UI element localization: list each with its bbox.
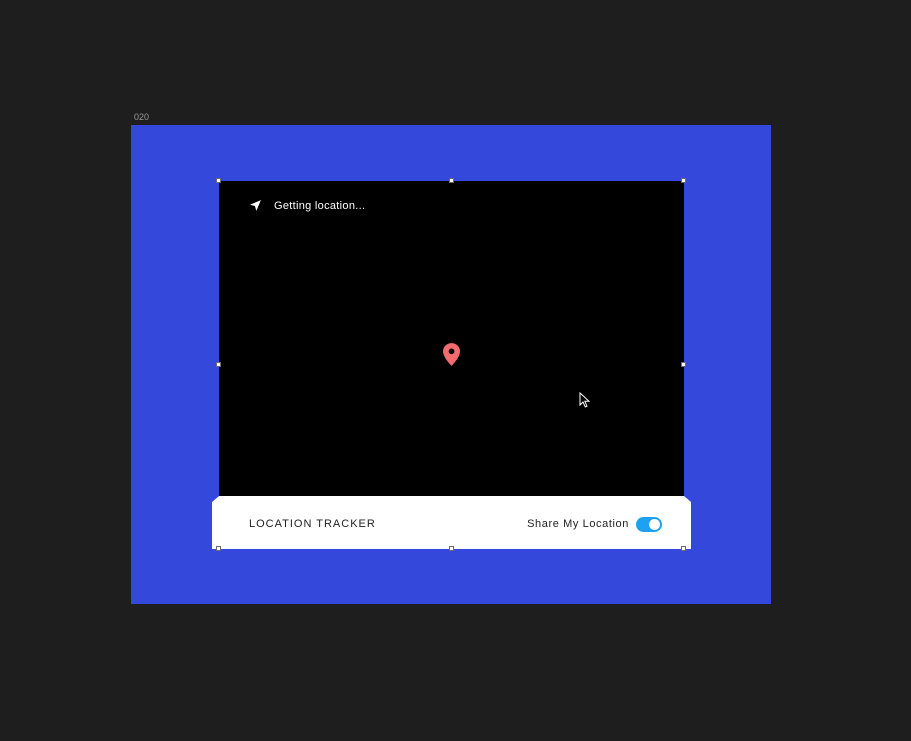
map-view[interactable]: Getting location...: [219, 181, 684, 500]
selection-handle-bottom-center[interactable]: [449, 546, 454, 551]
toggle-knob: [649, 519, 660, 530]
location-status-text: Getting location...: [274, 199, 366, 212]
selection-handle-middle-left[interactable]: [216, 362, 221, 367]
selection-handle-bottom-right[interactable]: [681, 546, 686, 551]
share-location-label: Share My Location: [527, 518, 629, 530]
mouse-cursor-icon: [579, 391, 591, 413]
location-status: Getting location...: [249, 199, 365, 212]
toolbar-title: LOCATION TRACKER: [249, 518, 376, 530]
selection-handle-top-left[interactable]: [216, 178, 221, 183]
selection-handle-top-center[interactable]: [449, 178, 454, 183]
navigation-arrow-icon: [249, 199, 262, 212]
share-location-toggle[interactable]: [636, 517, 662, 532]
artboard-label: 020: [134, 112, 150, 122]
map-pin-icon[interactable]: [443, 343, 460, 371]
selection-handle-middle-right[interactable]: [681, 362, 686, 367]
location-toolbar: LOCATION TRACKER Share My Location: [212, 496, 691, 549]
selection-handle-top-right[interactable]: [681, 178, 686, 183]
selection-handle-bottom-left[interactable]: [216, 546, 221, 551]
